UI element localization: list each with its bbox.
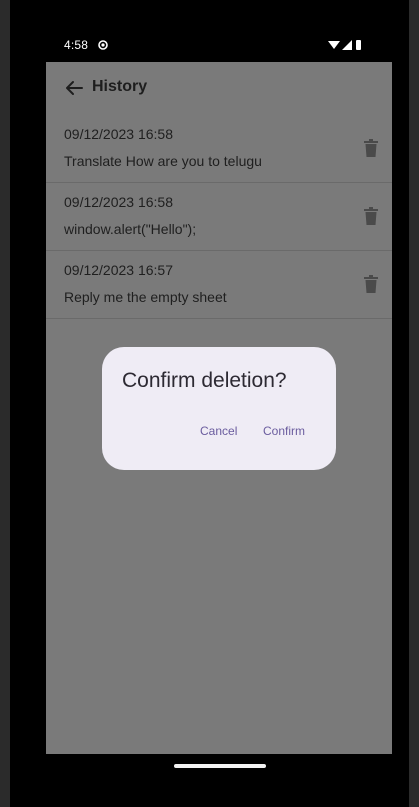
history-item[interactable]: 09/12/2023 16:57 Reply me the empty shee…	[46, 250, 392, 319]
back-arrow-icon[interactable]	[64, 78, 84, 98]
history-date: 09/12/2023 16:58	[64, 126, 173, 142]
trash-icon[interactable]	[364, 207, 378, 225]
trash-icon[interactable]	[364, 139, 378, 157]
cancel-button[interactable]: Cancel	[200, 424, 237, 438]
signal-icon	[342, 40, 352, 50]
confirm-button[interactable]: Confirm	[263, 424, 305, 438]
confirm-dialog: Confirm deletion? Cancel Confirm	[102, 347, 336, 470]
page-title: History	[92, 78, 148, 95]
battery-icon	[356, 40, 361, 50]
wifi-icon	[328, 41, 340, 49]
trash-icon[interactable]	[364, 275, 378, 293]
status-time: 4:58	[64, 38, 89, 52]
history-date: 09/12/2023 16:58	[64, 194, 173, 210]
history-date: 09/12/2023 16:57	[64, 262, 173, 278]
history-text: Translate How are you to telugu	[64, 153, 262, 169]
status-bar: 4:58	[46, 28, 392, 62]
status-icons	[328, 40, 361, 50]
history-text: Reply me the empty sheet	[64, 289, 227, 305]
home-indicator[interactable]	[174, 764, 266, 768]
dialog-title: Confirm deletion?	[122, 369, 287, 392]
app-bar: History	[46, 62, 392, 114]
history-item[interactable]: 09/12/2023 16:58 window.alert("Hello");	[46, 182, 392, 251]
history-item[interactable]: 09/12/2023 16:58 Translate How are you t…	[46, 114, 392, 183]
notification-icon	[98, 40, 108, 50]
history-text: window.alert("Hello");	[64, 221, 197, 237]
